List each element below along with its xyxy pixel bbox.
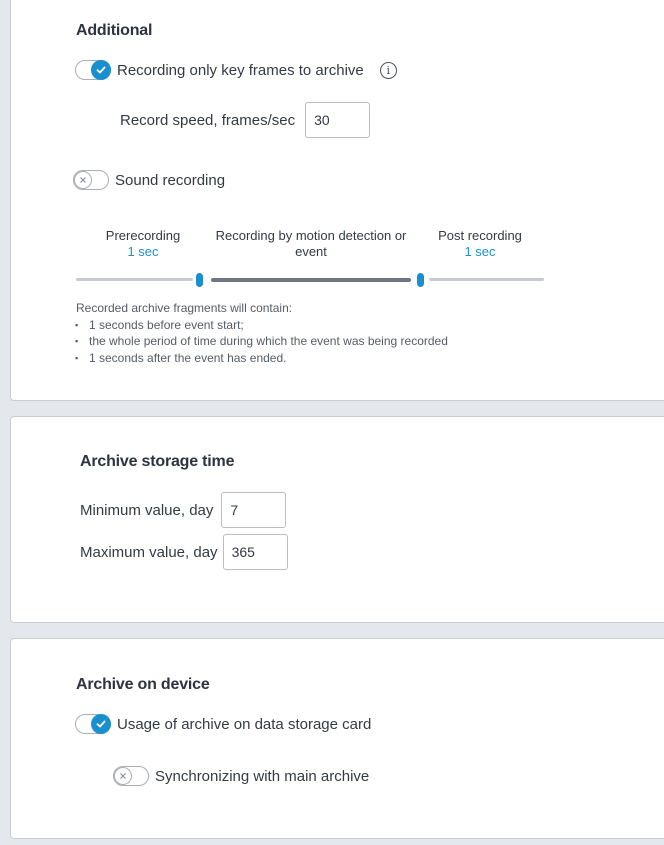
- motion-track: [211, 278, 411, 282]
- sound-row: Sound recording: [73, 170, 225, 190]
- key-frames-toggle[interactable]: [75, 60, 111, 80]
- sync-toggle[interactable]: [113, 766, 149, 786]
- note-item: the whole period of time during which th…: [75, 333, 448, 350]
- additional-section: Additional Recording only key frames to …: [10, 0, 664, 401]
- usage-row: Usage of archive on data storage card: [75, 714, 371, 734]
- min-value-row: Minimum value, day: [80, 492, 287, 528]
- prerecording-heading: Prerecording 1 sec: [93, 228, 193, 260]
- record-speed-label: Record speed, frames/sec: [120, 111, 296, 129]
- post-recording-handle[interactable]: [417, 273, 424, 287]
- post-recording-value: 1 sec: [464, 244, 496, 259]
- info-icon[interactable]: i: [379, 61, 397, 79]
- sync-label: Synchronizing with main archive: [155, 767, 370, 785]
- note-item: 1 seconds after the event has ended.: [75, 350, 448, 367]
- post-recording-track: [429, 278, 544, 281]
- sound-toggle[interactable]: [73, 170, 109, 190]
- usage-label: Usage of archive on data storage card: [117, 715, 372, 733]
- max-value-row: Maximum value, day: [80, 534, 288, 570]
- motion-title-line1: Recording by motion detection or: [215, 228, 407, 243]
- section-title-storage: Archive storage time: [80, 453, 235, 470]
- check-icon: [91, 714, 111, 734]
- prerecording-handle[interactable]: [196, 273, 203, 287]
- max-value-input[interactable]: [222, 534, 288, 570]
- usage-toggle[interactable]: [75, 714, 111, 734]
- x-icon: [74, 171, 92, 189]
- min-value-label: Minimum value, day: [80, 501, 214, 519]
- check-icon: [91, 60, 111, 80]
- record-speed-input[interactable]: [305, 102, 371, 138]
- key-frames-row: Recording only key frames to archive i: [75, 60, 397, 80]
- record-speed-row: Record speed, frames/sec: [120, 102, 371, 138]
- max-value-label: Maximum value, day: [80, 543, 218, 561]
- section-title-device: Archive on device: [76, 676, 210, 693]
- sync-row: Synchronizing with main archive: [113, 766, 369, 786]
- prerecording-track: [76, 278, 193, 281]
- motion-title-line2: event: [295, 244, 327, 259]
- note-item: 1 seconds before event start;: [75, 317, 448, 334]
- archive-on-device-section: Archive on device Usage of archive on da…: [10, 638, 664, 839]
- note-list: 1 seconds before event start; the whole …: [75, 317, 448, 367]
- key-frames-label: Recording only key frames to archive: [117, 61, 364, 79]
- archive-fragments-note: Recorded archive fragments will contain:…: [75, 300, 448, 367]
- post-recording-title: Post recording: [438, 228, 522, 243]
- min-value-input[interactable]: [221, 492, 287, 528]
- archive-storage-section: Archive storage time Minimum value, day …: [10, 416, 664, 623]
- motion-recording-heading: Recording by motion detection or event: [211, 228, 411, 260]
- prerecording-title: Prerecording: [105, 228, 181, 243]
- note-heading: Recorded archive fragments will contain:: [76, 301, 293, 315]
- section-title-additional: Additional: [76, 22, 153, 39]
- post-recording-heading: Post recording 1 sec: [430, 228, 530, 260]
- sound-label: Sound recording: [115, 171, 226, 189]
- x-icon: [114, 767, 132, 785]
- prerecording-value: 1 sec: [127, 244, 159, 259]
